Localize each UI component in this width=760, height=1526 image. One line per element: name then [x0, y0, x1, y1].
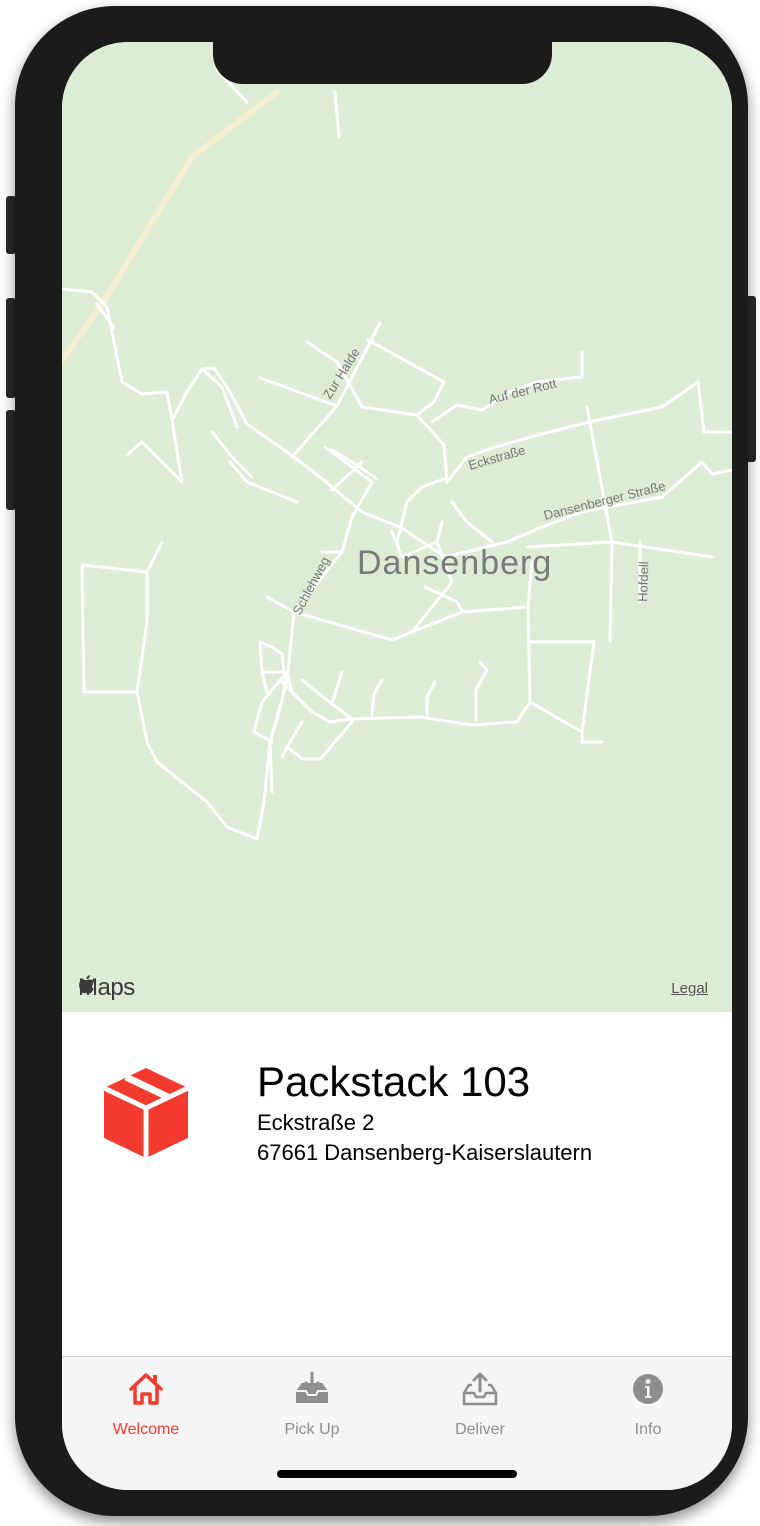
map-view[interactable]: Zur Halde Auf der Rott Eckstraße Dansenb… — [62, 42, 732, 1012]
info-icon — [633, 1374, 663, 1404]
address-street: Eckstraße 2 — [257, 1110, 375, 1135]
notch — [213, 36, 552, 84]
maps-attribution: Maps — [78, 974, 135, 1002]
street-label-auf-der-rott: Auf der Rott — [487, 375, 558, 406]
address-city: 67661 Dansenberg-Kaiserslautern — [257, 1140, 593, 1165]
street-label-schlehweg: Schlehweg — [289, 554, 332, 617]
home-icon — [129, 1373, 163, 1405]
legal-link[interactable]: Legal — [671, 980, 708, 997]
location-card: Packstack 103 Eckstraße 2 67661 Dansenbe… — [62, 1012, 732, 1356]
tab-deliver[interactable]: Deliver — [400, 1371, 560, 1439]
tab-info-label: Info — [634, 1421, 662, 1438]
package-icon — [102, 1066, 190, 1160]
tray-upload-icon — [462, 1372, 498, 1406]
location-title: Packstack 103 — [257, 1058, 531, 1105]
tab-deliver-label: Deliver — [455, 1421, 505, 1438]
tab-welcome[interactable]: Welcome — [66, 1371, 226, 1439]
tab-welcome-label: Welcome — [112, 1421, 180, 1438]
place-label: Dansenberg — [357, 544, 552, 582]
home-indicator[interactable] — [277, 1470, 517, 1478]
tab-info[interactable]: Info — [568, 1371, 728, 1439]
street-label-hofdell: Hofdell — [635, 561, 651, 602]
tab-pick-up-label: Pick Up — [284, 1421, 340, 1438]
tray-download-icon — [296, 1371, 328, 1403]
phone-frame: Zur Halde Auf der Rott Eckstraße Dansenb… — [15, 6, 748, 1516]
screen: Zur Halde Auf der Rott Eckstraße Dansenb… — [62, 42, 732, 1490]
map-streets: Zur Halde Auf der Rott Eckstraße Dansenb… — [62, 68, 732, 841]
tab-pick-up[interactable]: Pick Up — [232, 1371, 392, 1439]
